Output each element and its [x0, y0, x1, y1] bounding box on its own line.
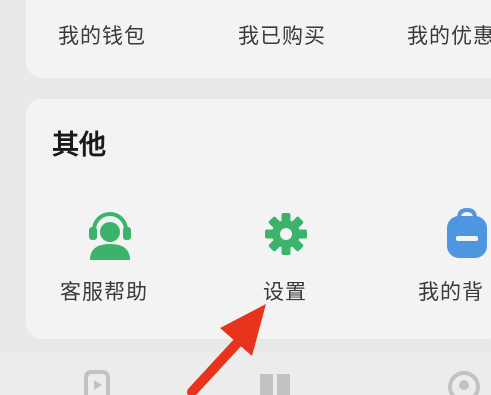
profile-icon[interactable]: [447, 370, 481, 395]
red-arrow-annotation: [187, 304, 266, 395]
backpack-icon: [447, 208, 487, 258]
my-coupons-link[interactable]: 我的优惠: [407, 20, 491, 50]
section-title: 其他: [52, 130, 106, 161]
my-backpack-label: 我的背: [418, 280, 484, 304]
headset-support-icon: [89, 212, 131, 260]
my-wallet-link[interactable]: 我的钱包: [58, 20, 146, 50]
customer-service-label: 客服帮助: [60, 280, 148, 304]
gear-icon: [265, 213, 307, 255]
purchased-link[interactable]: 我已购买: [238, 20, 326, 50]
play-icon[interactable]: [80, 370, 114, 395]
